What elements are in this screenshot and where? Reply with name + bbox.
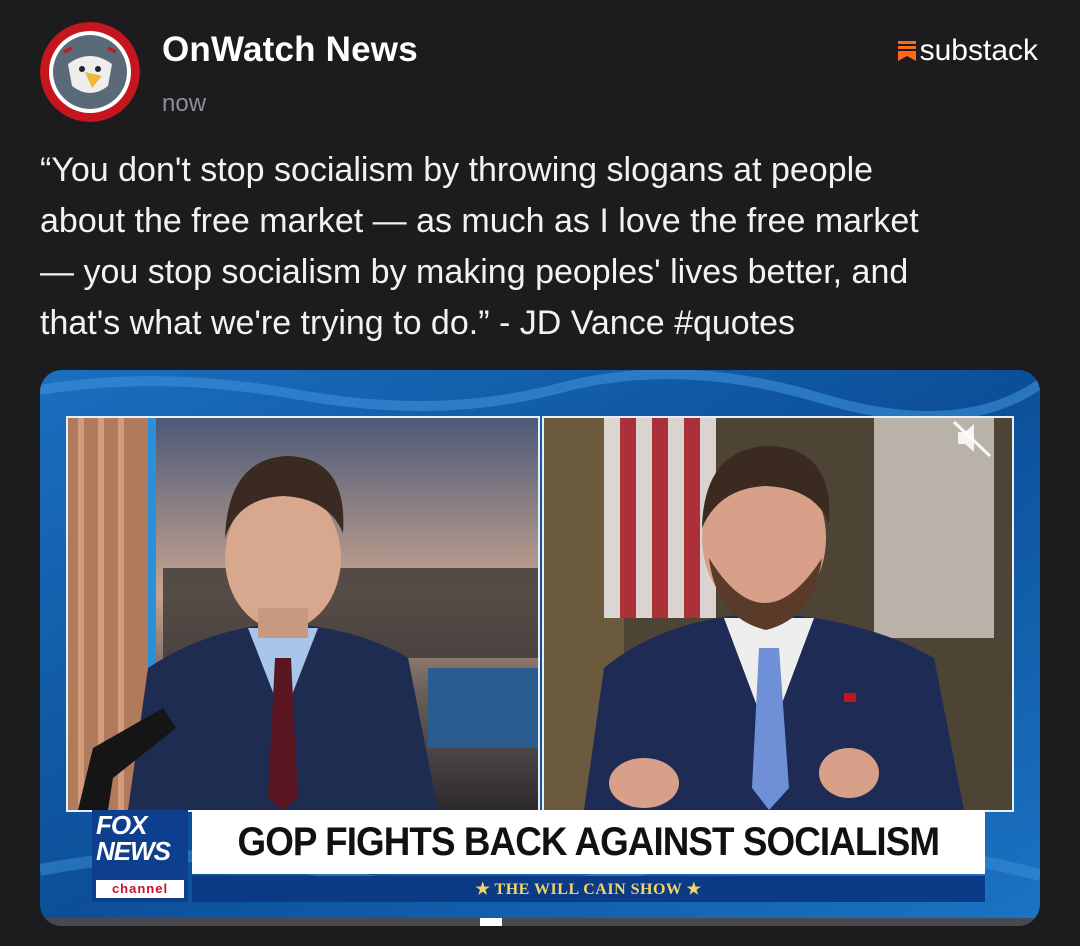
post-text-line: that's what we're trying to do.” - JD Va… bbox=[40, 304, 796, 342]
logo-text: FOX NEWS bbox=[96, 812, 186, 864]
video-panel-guest bbox=[542, 416, 1014, 812]
source-label: substack bbox=[919, 34, 1038, 67]
fox-news-logo: FOX NEWS channel bbox=[92, 810, 188, 902]
video-progress-thumb[interactable] bbox=[480, 918, 502, 926]
post-text-line: about the free market — as much as I lov… bbox=[40, 202, 919, 240]
post-text-line: “You don't stop socialism by throwing sl… bbox=[40, 151, 874, 189]
show-name: ★ THE WILL CAIN SHOW ★ bbox=[475, 881, 702, 898]
headline-bar: GOP FIGHTS BACK AGAINST SOCIALISM bbox=[192, 810, 985, 874]
muted-speaker-icon[interactable] bbox=[950, 416, 994, 460]
author-name[interactable]: OnWatch News bbox=[162, 30, 418, 70]
logo-line-news: NEWS bbox=[96, 836, 171, 866]
host-scene bbox=[68, 418, 538, 810]
video-panel-host bbox=[66, 416, 540, 812]
news-chyron: FOX NEWS channel GOP FIGHTS BACK AGAINST… bbox=[92, 810, 985, 902]
logo-channel: channel bbox=[96, 880, 184, 898]
author-avatar[interactable] bbox=[40, 22, 140, 122]
guest-scene bbox=[544, 418, 1012, 810]
source-badge[interactable]: substack bbox=[897, 34, 1038, 68]
eagle-avatar-icon bbox=[40, 22, 140, 122]
video-progress-bar[interactable] bbox=[40, 918, 1040, 926]
video-player[interactable]: FOX NEWS channel GOP FIGHTS BACK AGAINST… bbox=[40, 370, 1040, 926]
post-body: “You don't stop socialism by throwing sl… bbox=[40, 145, 1050, 349]
substack-icon bbox=[897, 41, 916, 61]
post-text-line: — you stop socialism by making peoples' … bbox=[40, 253, 909, 291]
show-bar: ★ THE WILL CAIN SHOW ★ bbox=[192, 876, 985, 902]
headline-text: GOP FIGHTS BACK AGAINST SOCIALISM bbox=[237, 819, 941, 864]
post-timestamp: now bbox=[162, 90, 207, 117]
